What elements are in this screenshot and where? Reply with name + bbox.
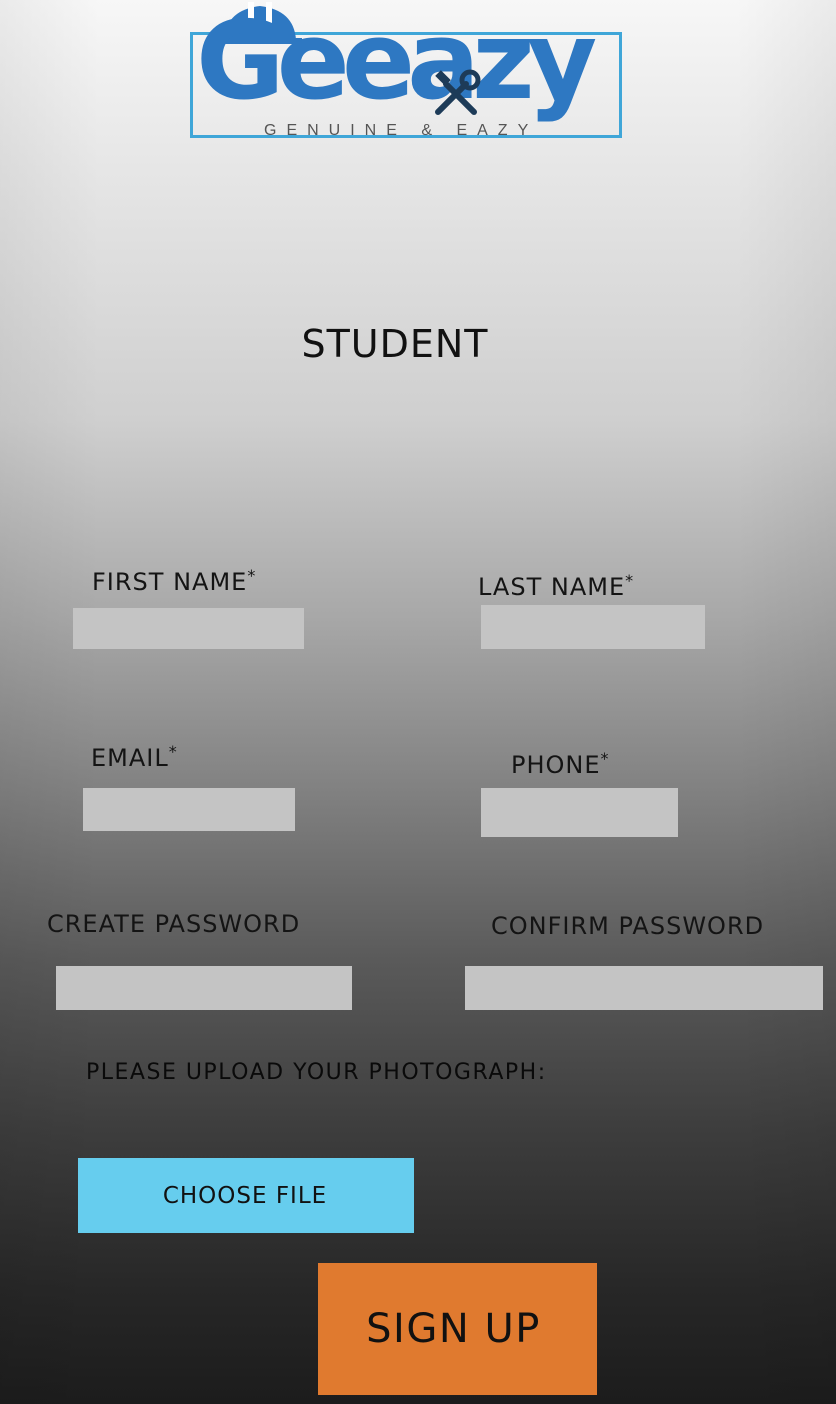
tools-icon <box>435 69 481 115</box>
first-name-label-text: FIRST NAME <box>92 568 248 596</box>
last-name-label-text: LAST NAME <box>478 573 626 601</box>
sign-up-label: SIGN UP <box>366 1306 541 1352</box>
upload-photo-label: PLEASE UPLOAD YOUR PHOTOGRAPH: <box>86 1060 547 1085</box>
first-name-label: FIRST NAME* <box>92 566 257 596</box>
sign-up-button[interactable]: SIGN UP <box>318 1263 597 1395</box>
page-title: STUDENT <box>301 322 489 366</box>
phone-label: PHONE* <box>511 749 610 779</box>
first-name-input[interactable] <box>73 608 304 649</box>
required-mark: * <box>600 749 610 768</box>
email-input[interactable] <box>83 788 295 831</box>
create-password-label: CREATE PASSWORD <box>47 910 301 938</box>
phone-label-text: PHONE <box>511 751 601 779</box>
email-label: EMAIL* <box>91 742 178 772</box>
choose-file-button[interactable]: CHOOSE FILE <box>78 1158 414 1233</box>
required-mark: * <box>247 566 257 585</box>
confirm-password-label: CONFIRM PASSWORD <box>491 912 765 940</box>
geeazy-logo: Geeazy GENUINE & EAZY <box>190 0 626 150</box>
last-name-label: LAST NAME* <box>478 571 635 601</box>
confirm-password-input[interactable] <box>465 966 823 1010</box>
required-mark: * <box>625 571 635 590</box>
logo-wordmark: Geeazy <box>196 0 597 124</box>
logo-tagline: GENUINE & EAZY <box>264 122 539 139</box>
phone-input[interactable] <box>481 788 678 837</box>
email-label-text: EMAIL <box>91 744 169 772</box>
required-mark: * <box>168 742 178 761</box>
last-name-input[interactable] <box>481 605 705 649</box>
create-password-input[interactable] <box>56 966 352 1010</box>
choose-file-label: CHOOSE FILE <box>162 1182 328 1209</box>
